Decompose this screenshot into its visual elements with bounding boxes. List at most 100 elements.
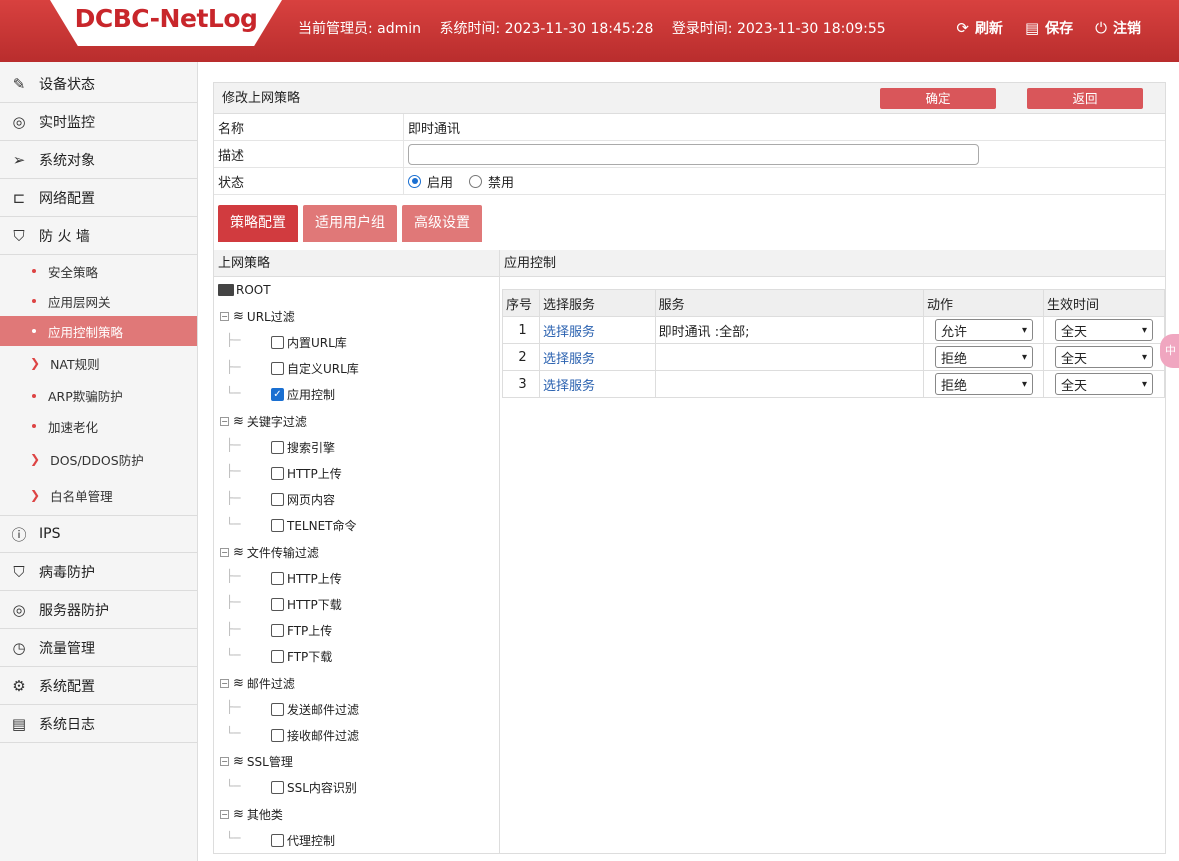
- disable-label: 禁用: [488, 175, 515, 191]
- sidebar-item-system-config[interactable]: ⚙ 系统配置: [0, 667, 197, 705]
- tree-group[interactable]: − ≋ URL过滤: [220, 306, 295, 326]
- shield-check-icon: ⛉: [13, 562, 25, 581]
- select-service-link[interactable]: 选择服务: [543, 325, 595, 340]
- time-select[interactable]: 全天 ▾: [1055, 346, 1153, 368]
- policy-tree-panel: 上网策略 ROOT − ≋ URL过滤 ├─ 内置URL库 ├─ 自定义URL库 └─ ✓ 应用控…: [214, 250, 500, 854]
- tree-leaf-label: 发送邮件过滤: [287, 702, 360, 717]
- tree-group[interactable]: − ≋ SSL管理: [220, 752, 293, 772]
- tree-leaf[interactable]: 代理控制: [271, 830, 335, 850]
- time-select[interactable]: 全天 ▾: [1055, 373, 1153, 395]
- sidebar-item-server-protection[interactable]: ◎ 服务器防护: [0, 591, 197, 629]
- sidebar-item-ips[interactable]: ⓘ IPS: [0, 515, 197, 553]
- enable-radio[interactable]: 启用: [408, 172, 453, 191]
- sub-item-arp[interactable]: ARP欺骗防护: [0, 380, 197, 411]
- tree-group[interactable]: − ≋ 关键字过滤: [220, 411, 307, 431]
- tab-policy-config[interactable]: 策略配置: [218, 205, 298, 242]
- action-select[interactable]: 允许 ▾: [935, 319, 1034, 341]
- checkbox[interactable]: [271, 335, 284, 349]
- tree-leaf[interactable]: 自定义URL库: [271, 359, 359, 379]
- time-select[interactable]: 全天 ▾: [1055, 319, 1153, 341]
- action-value: 拒绝: [941, 378, 968, 394]
- sub-item-nat[interactable]: ❯ NAT规则: [0, 346, 197, 380]
- collapse-icon: −: [220, 311, 229, 321]
- sub-item-label: 加速老化: [48, 419, 99, 435]
- checkbox[interactable]: [271, 571, 284, 585]
- bullet-icon: [32, 269, 36, 273]
- sub-item-dos[interactable]: ❯ DOS/DDOS防护: [0, 441, 197, 477]
- checkbox[interactable]: [271, 781, 284, 795]
- radio-checked-icon: [408, 174, 421, 188]
- tree-leaf[interactable]: 发送邮件过滤: [271, 699, 359, 719]
- checkbox[interactable]: [271, 650, 284, 664]
- select-service-link[interactable]: 选择服务: [543, 379, 595, 394]
- sidebar-item-network-config[interactable]: ⊏ 网络配置: [0, 179, 197, 217]
- tree-leaf[interactable]: HTTP上传: [271, 463, 342, 483]
- disable-radio[interactable]: 禁用: [469, 172, 514, 191]
- tree-leaf[interactable]: 网页内容: [271, 490, 335, 510]
- sidebar-item-antivirus[interactable]: ⛉ 病毒防护: [0, 553, 197, 591]
- chevron-down-icon: ▾: [1141, 324, 1147, 336]
- sidebar-item-firewall[interactable]: ⛉ 防 火 墙: [0, 217, 197, 255]
- select-service-link[interactable]: 选择服务: [543, 352, 595, 367]
- tree-leaf[interactable]: FTP下载: [271, 647, 332, 667]
- tree-leaf-label: 网页内容: [287, 493, 336, 508]
- side-float-button[interactable]: 中: [1160, 334, 1179, 368]
- tab-user-groups[interactable]: 适用用户组: [303, 205, 397, 242]
- sidebar-item-traffic[interactable]: ◷ 流量管理: [0, 629, 197, 667]
- tree-leaf[interactable]: 内置URL库: [271, 332, 347, 352]
- tree-leaf-label: SSL内容识别: [287, 781, 357, 796]
- tree-leaf[interactable]: HTTP下载: [271, 594, 342, 614]
- tree-group[interactable]: − ≋ 其他类: [220, 804, 283, 824]
- collapse-icon: −: [220, 757, 229, 767]
- tree-group-label: 关键字过滤: [246, 414, 307, 429]
- confirm-button[interactable]: 确定: [880, 88, 996, 109]
- clock-icon: ◷: [12, 638, 26, 657]
- tree-leaf[interactable]: SSL内容识别: [271, 778, 357, 798]
- checkbox[interactable]: [271, 440, 284, 454]
- sub-item-accelerate[interactable]: 加速老化: [0, 411, 197, 441]
- sidebar-item-label: 病毒防护: [39, 564, 95, 581]
- checkbox[interactable]: ✓: [271, 388, 284, 402]
- sidebar-item-device-status[interactable]: ✎ 设备状态: [0, 65, 197, 103]
- back-button[interactable]: 返回: [1027, 88, 1143, 109]
- tree-leaf[interactable]: 接收邮件过滤: [271, 725, 359, 745]
- action-select[interactable]: 拒绝 ▾: [935, 373, 1034, 395]
- sub-item-app-gateway[interactable]: 应用层网关: [0, 286, 197, 316]
- checkbox[interactable]: [271, 493, 284, 507]
- sub-item-security-policy[interactable]: 安全策略: [0, 256, 197, 286]
- tree-leaf[interactable]: FTP上传: [271, 621, 332, 641]
- checkbox[interactable]: [271, 702, 284, 716]
- checkbox[interactable]: [271, 597, 284, 611]
- checkbox[interactable]: [271, 728, 284, 742]
- sidebar-item-system-log[interactable]: ▤ 系统日志: [0, 705, 197, 743]
- tree-connector: ├─: [226, 464, 241, 479]
- sub-item-whitelist[interactable]: ❯ 白名单管理: [0, 477, 197, 513]
- checkbox[interactable]: [271, 624, 284, 638]
- tree-group[interactable]: − ≋ 文件传输过滤: [220, 542, 319, 562]
- layers-icon: ≋: [233, 413, 244, 429]
- tree-leaf[interactable]: ✓ 应用控制: [271, 385, 335, 405]
- tree-leaf[interactable]: TELNET命令: [271, 516, 357, 536]
- chevron-right-icon: ❯: [30, 488, 41, 502]
- tree-leaf[interactable]: 搜索引擎: [271, 437, 335, 457]
- checkbox[interactable]: [271, 362, 284, 376]
- tree-leaf[interactable]: HTTP上传: [271, 568, 342, 588]
- checkbox[interactable]: [271, 833, 284, 847]
- logout-button[interactable]: ⏻ 注销: [1095, 18, 1141, 38]
- tree-group-label: SSL管理: [246, 755, 293, 770]
- action-select[interactable]: 拒绝 ▾: [935, 346, 1034, 368]
- sub-item-app-control[interactable]: 应用控制策略: [0, 316, 197, 346]
- desc-input[interactable]: [408, 143, 979, 165]
- checkbox[interactable]: [271, 466, 284, 480]
- save-button[interactable]: ▤ 保存: [1025, 18, 1073, 38]
- refresh-button[interactable]: ⟳ 刷新: [956, 18, 1003, 38]
- time-value: 全天: [1061, 351, 1088, 367]
- sidebar-item-realtime-monitor[interactable]: ◎ 实时监控: [0, 103, 197, 141]
- tree-group-label: URL过滤: [246, 309, 295, 324]
- tree-group[interactable]: − ≋ 邮件过滤: [220, 673, 295, 693]
- tree-root[interactable]: ROOT: [218, 280, 271, 300]
- tab-advanced[interactable]: 高级设置: [402, 205, 482, 242]
- sidebar-item-system-objects[interactable]: ➢ 系统对象: [0, 141, 197, 179]
- checkbox[interactable]: [271, 519, 284, 533]
- sidebar: ✎ 设备状态 ◎ 实时监控 ➢ 系统对象 ⊏ 网络配置 ⛉ 防 火 墙 安全策略 应用层网…: [0, 62, 198, 861]
